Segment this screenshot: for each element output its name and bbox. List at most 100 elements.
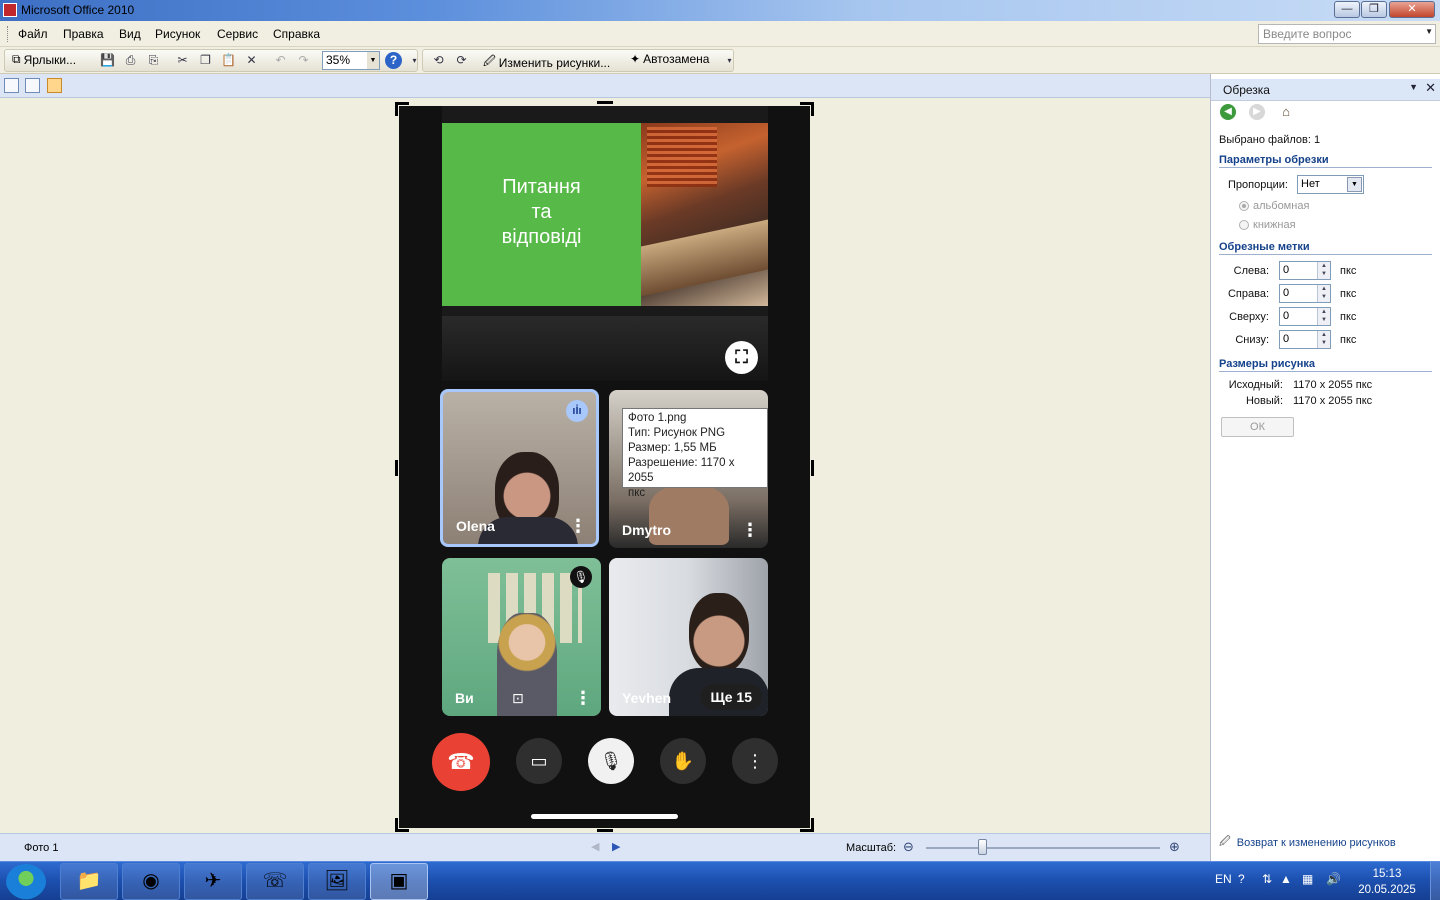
zoom-select[interactable]: 35% ▼ <box>322 51 380 70</box>
spin-arrows-icon[interactable]: ▲ ▼ <box>1317 262 1330 279</box>
forward-icon[interactable]: ▶ <box>1249 104 1265 120</box>
participant-tile-yevhen[interactable]: Yevhen Ще 15 <box>609 558 768 716</box>
menu-file[interactable]: Файл <box>18 27 48 41</box>
menu-picture[interactable]: Рисунок <box>155 27 200 41</box>
zoom-slider-thumb[interactable] <box>978 839 988 855</box>
crop-handle-bottom[interactable] <box>597 829 613 832</box>
language-indicator[interactable]: EN <box>1215 872 1232 886</box>
rotate-right-icon[interactable]: ⟳ <box>454 53 469 68</box>
proportions-select[interactable]: Нет ▼ <box>1297 175 1364 194</box>
portrait-radio[interactable] <box>1239 220 1249 230</box>
copy-icon[interactable]: ❐ <box>198 53 213 68</box>
zoom-slider-track[interactable] <box>926 847 1160 849</box>
end-call-icon[interactable]: ☎ <box>432 733 490 791</box>
print-preview-icon[interactable]: ⎘ <box>146 53 161 68</box>
crop-handle-bottom-right-v[interactable] <box>811 818 814 832</box>
system-clock[interactable]: 15:13 20.05.2025 <box>1352 866 1422 898</box>
menu-help[interactable]: Справка <box>273 27 320 41</box>
start-button[interactable] <box>6 864 46 900</box>
return-to-edit-link[interactable]: 🖉 Возврат к изменению рисунков <box>1219 833 1396 852</box>
redo-icon[interactable]: ↷ <box>296 53 311 68</box>
crop-handle-top[interactable] <box>597 101 613 104</box>
menu-view[interactable]: Вид <box>119 27 141 41</box>
new-size-value: 1170 x 2055 пкс <box>1293 395 1373 407</box>
crop-handle-left[interactable] <box>395 460 398 476</box>
help-icon[interactable]: ? <box>1238 872 1245 886</box>
rotate-left-icon[interactable]: ⟲ <box>431 53 446 68</box>
menu-tools[interactable]: Сервис <box>217 27 258 41</box>
minimize-button[interactable]: — <box>1334 1 1360 18</box>
help-icon[interactable]: ? <box>385 52 402 69</box>
home-icon[interactable]: ⌂ <box>1278 104 1294 120</box>
print-icon[interactable]: ⎙ <box>123 53 138 68</box>
spin-arrows-icon[interactable]: ▲ ▼ <box>1317 331 1330 348</box>
chevron-down-icon[interactable]: ▼ <box>367 52 379 69</box>
picture-manager-icon[interactable]: 🖼 <box>308 863 366 900</box>
viber-icon[interactable]: ☏ <box>246 863 304 900</box>
ok-button[interactable]: ОК <box>1221 417 1294 437</box>
undo-icon[interactable]: ↶ <box>273 53 288 68</box>
chevron-down-icon[interactable]: ▼ <box>1425 27 1433 36</box>
next-picture-icon[interactable]: ▶ <box>612 840 620 853</box>
camera-icon[interactable]: ▭ <box>516 738 562 784</box>
more-options-icon[interactable]: ⋮ <box>732 738 778 784</box>
crop-handle-right[interactable] <box>811 460 814 476</box>
return-link-label: Возврат к изменению рисунков <box>1236 836 1396 849</box>
spin-arrows-icon[interactable]: ▲ ▼ <box>1317 285 1330 302</box>
back-icon[interactable]: ◀ <box>1220 104 1236 120</box>
maximize-button[interactable]: ❐ <box>1361 1 1387 18</box>
participant-tile-self[interactable]: 🎙 Ви ⊡ ⋮ <box>442 558 601 716</box>
more-options-icon[interactable]: ⋮ <box>569 517 587 535</box>
show-desktop-button[interactable] <box>1430 862 1440 900</box>
close-icon[interactable]: ✕ <box>1425 80 1436 96</box>
thumbnail-view-icon[interactable] <box>4 78 19 93</box>
close-button[interactable]: ✕ <box>1389 1 1435 18</box>
fullscreen-icon[interactable]: ⛶ <box>725 341 758 374</box>
chevron-down-icon[interactable]: ▼ <box>1347 177 1362 192</box>
spin-arrows-icon[interactable]: ▲ ▼ <box>1317 308 1330 325</box>
more-options-icon[interactable]: ⋮ <box>741 521 759 539</box>
landscape-radio[interactable] <box>1239 201 1249 211</box>
toolbar-options-icon[interactable]: ▾ <box>722 53 737 68</box>
mic-off-icon[interactable]: 🎙 <box>588 738 634 784</box>
crop-handle-top-left-v[interactable] <box>395 102 398 116</box>
save-icon[interactable]: 💾 <box>100 53 115 68</box>
chrome-icon[interactable]: ◉ <box>122 863 180 900</box>
reframe-icon[interactable]: ⊡ <box>512 690 524 707</box>
toolbar-options-icon[interactable]: ▾ <box>407 53 422 68</box>
left-margin-stepper[interactable]: 0 ▲ ▼ <box>1279 261 1331 280</box>
more-participants-badge[interactable]: Ще 15 <box>700 684 762 710</box>
previous-picture-icon[interactable]: ◀ <box>591 840 599 853</box>
bottom-margin-stepper[interactable]: 0 ▲ ▼ <box>1279 330 1331 349</box>
cut-icon[interactable]: ✂ <box>175 53 190 68</box>
zoom-in-icon[interactable]: ⊕ <box>1169 839 1180 855</box>
right-margin-stepper[interactable]: 0 ▲ ▼ <box>1279 284 1331 303</box>
file-explorer-icon[interactable]: 📁 <box>60 863 118 900</box>
volume-icon[interactable]: 🔊 <box>1326 872 1341 886</box>
filmstrip-view-icon[interactable] <box>25 78 40 93</box>
edit-pictures-button[interactable]: 🖉 Изменить рисунки... <box>483 52 610 73</box>
network-arrows-icon[interactable]: ⇅ <box>1262 872 1272 886</box>
crop-handle-top-right-v[interactable] <box>811 102 814 116</box>
app-icon[interactable] <box>3 3 17 17</box>
show-hidden-icons-icon[interactable]: ▲ <box>1280 872 1292 886</box>
toolbar-grip[interactable] <box>7 26 10 42</box>
crop-handle-bottom-left-v[interactable] <box>395 818 398 832</box>
network-icon[interactable]: ▦ <box>1302 872 1313 886</box>
left-margin-label: Слева: <box>1233 265 1269 277</box>
chevron-down-icon[interactable]: ▼ <box>1409 82 1418 92</box>
single-view-icon[interactable] <box>47 78 62 93</box>
paste-icon[interactable]: 📋 <box>221 53 236 68</box>
office-app-icon[interactable]: ▣ <box>370 863 428 900</box>
zoom-out-icon[interactable]: ⊖ <box>903 839 914 855</box>
menu-edit[interactable]: Правка <box>63 27 104 41</box>
ask-question-input[interactable]: Введите вопрос ▼ <box>1258 24 1436 44</box>
autocorrect-button[interactable]: ✦ Автозамена <box>630 52 709 66</box>
delete-icon[interactable]: ✕ <box>244 53 259 68</box>
telegram-icon[interactable]: ✈ <box>184 863 242 900</box>
raise-hand-icon[interactable]: ✋ <box>660 738 706 784</box>
more-options-icon[interactable]: ⋮ <box>574 689 592 707</box>
shortcuts-button[interactable]: ⧉ Ярлыки... <box>12 52 76 67</box>
participant-tile-olena[interactable]: ıİı Olena ⋮ <box>440 389 599 547</box>
top-margin-stepper[interactable]: 0 ▲ ▼ <box>1279 307 1331 326</box>
